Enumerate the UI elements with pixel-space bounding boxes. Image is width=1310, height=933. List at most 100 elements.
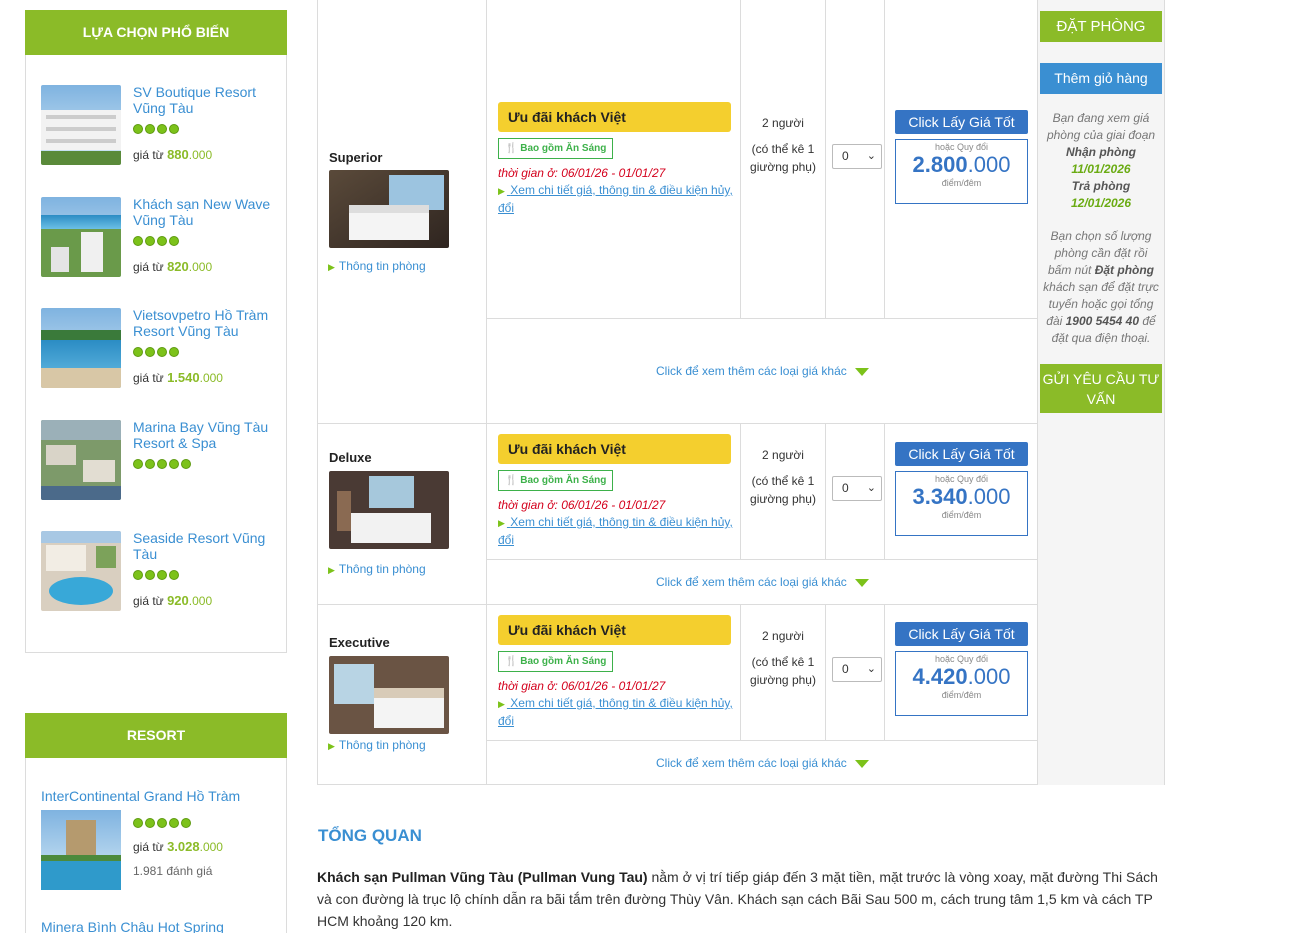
hotel-name-link[interactable]: Marina Bay Vũng Tàu Resort & Spa [133,419,283,451]
points-value: 2.800.000 [912,152,1011,177]
best-price-button[interactable]: Click Lấy Giá Tốt [895,622,1028,646]
rate-details-link[interactable]: ▶ Xem chi tiết giá, thông tin & điều kiệ… [498,182,738,217]
divider [318,423,1037,424]
best-price-button[interactable]: Click Lấy Giá Tốt [895,442,1028,466]
room-info-link[interactable]: ▶ Thông tin phòng [328,562,426,576]
caret-down-icon [854,367,869,376]
caret-down-icon [854,759,869,768]
popular-heading: LỰA CHỌN PHỔ BIẾN [25,10,287,55]
hotel-item[interactable]: Marina Bay Vũng Tàu Resort & Spa [26,419,286,531]
divider [825,604,826,740]
stay-dates: thời gian ở: 06/01/26 - 01/01/27 [498,498,666,512]
room-photo[interactable] [329,656,449,734]
points-value: 3.340.000 [912,484,1011,509]
cutlery-icon: 🍴 [505,475,518,486]
star-rating [133,818,191,828]
divider [318,604,1037,605]
resort-name-link[interactable]: InterContinental Grand Hồ Tràm [41,788,240,804]
divider [486,559,1037,560]
room-quantity-select[interactable]: 0 ⌄ [832,476,882,501]
hotel-thumbnail[interactable] [41,531,121,611]
more-rates-link[interactable]: Click để xem thêm các loại giá khác [656,364,869,378]
booking-instructions: Bạn chọn số lượng phòng cần đặt rồi bấm … [1043,229,1159,345]
star-rating [133,124,179,134]
divider [486,0,487,785]
room-info-link[interactable]: ▶ Thông tin phòng [328,738,426,752]
resort-heading: RESORT [25,713,287,758]
hotel-thumbnail[interactable] [41,85,121,165]
hotel-item[interactable]: Vietsovpetro Hồ Tràm Resort Vũng Tàu giá… [26,307,286,419]
hotel-price: giá từ 1.540.000 [133,370,223,385]
divider [825,423,826,559]
star-rating [133,458,191,469]
points-exchange-box: hoặc Quy đổi 2.800.000 điểm/đêm [895,139,1028,204]
divider [740,423,741,559]
chevron-down-icon: ⌄ [866,482,876,494]
request-consult-button[interactable]: GỬI YÊU CẦU TƯ VẤN [1040,364,1162,413]
divider [486,740,1037,741]
room-name: Superior [329,150,383,165]
hotel-thumbnail[interactable] [41,308,121,388]
hotel-price: giá từ 820.000 [133,258,213,274]
cutlery-icon: 🍴 [505,656,518,667]
stay-dates: thời gian ở: 06/01/26 - 01/01/27 [498,166,666,180]
room-photo[interactable] [329,471,449,549]
points-exchange-box: hoặc Quy đổi 3.340.000 điểm/đêm [895,471,1028,536]
hotel-item[interactable]: Khách sạn New Wave Vũng Tàu giá từ 820.0… [26,196,286,308]
hotel-price: giá từ 880.000 [133,147,213,162]
add-to-cart-button[interactable]: Thêm giỏ hàng [1040,63,1162,94]
hotel-name-link[interactable]: Seaside Resort Vũng Tàu [133,530,283,562]
booking-period-note: Bạn đang xem giá phòng của giai đoạn Nhậ… [1046,111,1156,210]
chevron-down-icon: ⌄ [866,663,876,675]
room-photo[interactable] [329,170,449,248]
more-rates-link[interactable]: Click để xem thêm các loại giá khác [656,756,869,770]
caret-down-icon [854,578,869,587]
room-capacity: 2 người (có thể kê 1 giường phụ) [750,116,816,174]
room-name: Deluxe [329,450,372,465]
best-price-button[interactable]: Click Lấy Giá Tốt [895,110,1028,134]
breakfast-badge: 🍴 Bao gồm Ăn Sáng [498,651,614,672]
overview-paragraph: Khách sạn Pullman Vũng Tàu (Pullman Vung… [317,869,1158,929]
cutlery-icon: 🍴 [505,143,518,154]
hotel-name-link[interactable]: Vietsovpetro Hồ Tràm Resort Vũng Tàu [133,307,283,339]
resort-thumbnail[interactable] [41,810,121,890]
sidebar: LỰA CHỌN PHỔ BIẾN SV Boutique Resort Vũn… [25,10,287,933]
hotel-thumbnail[interactable] [41,419,121,500]
booking-panel: ĐẶT PHÒNG Thêm giỏ hàng Bạn đang xem giá… [1038,0,1164,785]
stay-dates: thời gian ở: 06/01/26 - 01/01/27 [498,679,666,693]
room-capacity: 2 người (có thể kê 1 giường phụ) [750,629,816,687]
divider [486,318,1037,319]
divider [884,0,885,318]
hotel-price: giá từ 920.000 [133,593,213,608]
review-count: 1.981 đánh giá [133,864,213,878]
divider [884,423,885,559]
more-rates-link[interactable]: Click để xem thêm các loại giá khác [656,575,869,589]
offer-badge: Ưu đãi khách Việt [498,615,731,645]
divider [884,604,885,740]
room-quantity-select[interactable]: 0 ⌄ [832,144,882,169]
divider [740,604,741,740]
offer-badge: Ưu đãi khách Việt [498,434,731,464]
hotel-thumbnail[interactable] [41,196,121,277]
hotel-item[interactable]: SV Boutique Resort Vũng Tàu giá từ 880.0… [26,84,286,196]
chevron-down-icon: ⌄ [866,150,876,162]
breakfast-badge: 🍴 Bao gồm Ăn Sáng [498,470,614,491]
rate-details-link[interactable]: ▶ Xem chi tiết giá, thông tin & điều kiệ… [498,695,738,730]
rate-details-link[interactable]: ▶ Xem chi tiết giá, thông tin & điều kiệ… [498,514,738,549]
breakfast-badge: 🍴 Bao gồm Ăn Sáng [498,138,614,159]
overview-heading: TỔNG QUAN [318,826,422,845]
divider [740,0,741,318]
hotel-name-link[interactable]: SV Boutique Resort Vũng Tàu [133,84,283,116]
resort-name-link[interactable]: Minera Bình Châu Hot Spring [41,919,224,933]
popular-list: SV Boutique Resort Vũng Tàu giá từ 880.0… [25,55,287,653]
hotel-name-link[interactable]: Khách sạn New Wave Vũng Tàu [133,196,283,228]
star-rating [133,235,179,246]
room-info-link[interactable]: ▶ Thông tin phòng [328,259,426,273]
star-rating [133,347,179,357]
book-now-button[interactable]: ĐẶT PHÒNG [1040,11,1162,42]
points-value: 4.420.000 [912,664,1011,689]
room-quantity-select[interactable]: 0 ⌄ [832,657,882,682]
hotel-item[interactable]: Seaside Resort Vũng Tàu giá từ 920.000 [26,530,286,642]
star-rating [133,570,179,580]
divider [825,0,826,318]
